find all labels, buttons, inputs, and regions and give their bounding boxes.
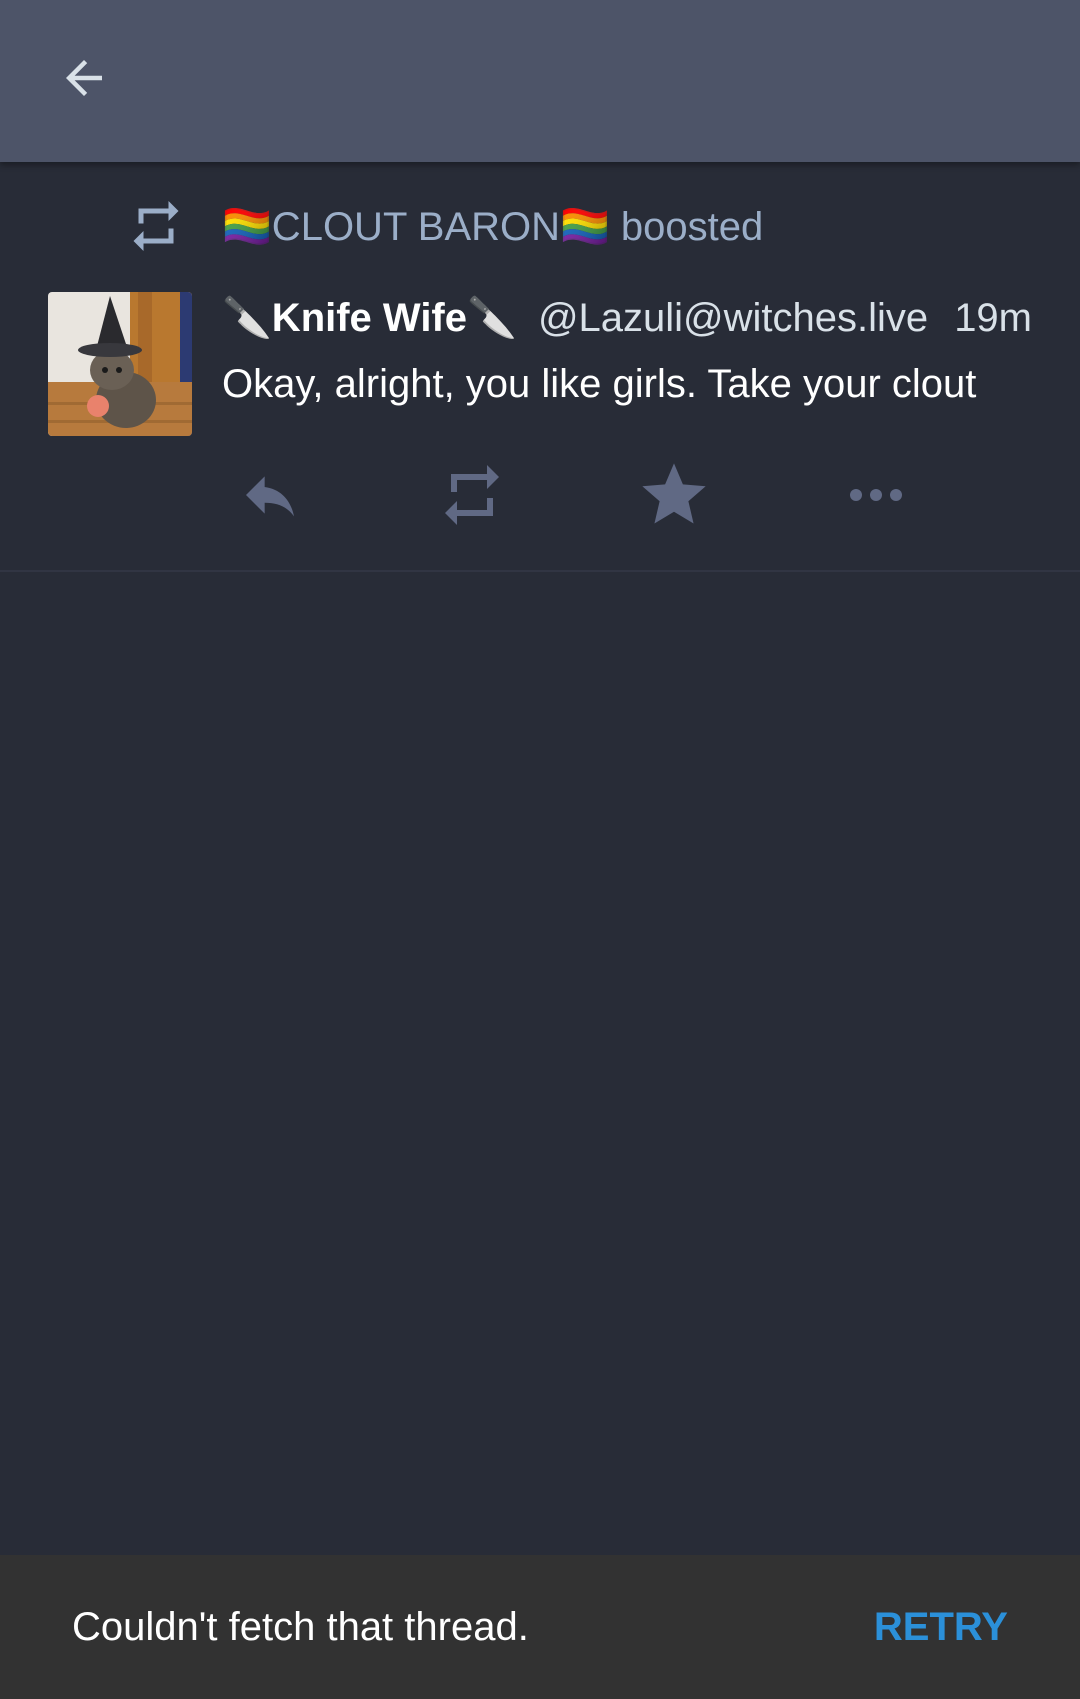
action-bar — [0, 452, 1080, 542]
timestamp: 19m — [954, 296, 1032, 340]
favourite-button[interactable] — [629, 452, 719, 542]
status-content: Okay, alright, you like girls. Take your… — [222, 362, 977, 406]
username[interactable]: @Lazuli@witches.live — [538, 296, 928, 340]
avatar[interactable] — [48, 292, 192, 436]
boost-text[interactable]: 🏳️‍🌈CLOUT BARON🏳️‍🌈 boosted — [222, 202, 763, 252]
more-icon — [848, 485, 904, 510]
snackbar-message: Couldn't fetch that thread. — [72, 1605, 529, 1649]
boost-icon — [436, 459, 508, 536]
arrow-left-icon — [57, 51, 111, 110]
toolbar — [0, 0, 1080, 162]
status-header: 🔪Knife Wife🔪 @Lazuli@witches.live 19m — [222, 288, 1032, 348]
more-button[interactable] — [831, 452, 921, 542]
star-icon — [636, 457, 712, 538]
reply-icon — [238, 463, 302, 532]
status-item[interactable]: 🏳️‍🌈CLOUT BARON🏳️‍🌈 boosted 🔪Knife Wife🔪… — [0, 162, 1080, 572]
boost-line: 🏳️‍🌈CLOUT BARON🏳️‍🌈 boosted — [0, 192, 1080, 262]
boost-button[interactable] — [427, 452, 517, 542]
retry-button[interactable]: RETRY — [874, 1555, 1008, 1699]
boost-icon — [126, 196, 186, 256]
snackbar: Couldn't fetch that thread. RETRY — [0, 1555, 1080, 1699]
display-name[interactable]: 🔪Knife Wife🔪 — [222, 296, 517, 340]
reply-button[interactable] — [225, 452, 315, 542]
back-button[interactable] — [44, 40, 124, 120]
